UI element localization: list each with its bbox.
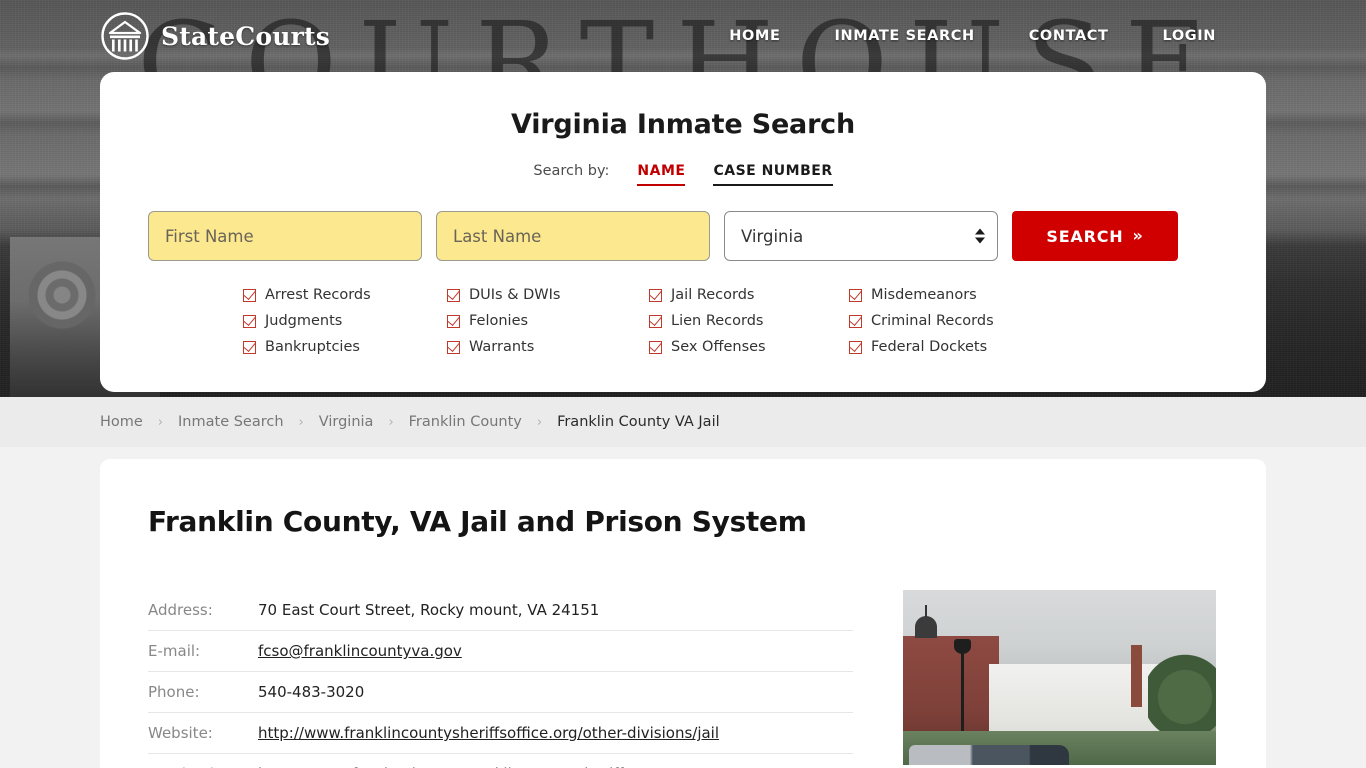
info-label: E-mail: (148, 630, 258, 672)
breadcrumb-item-virginia[interactable]: Virginia (319, 414, 374, 430)
facility-photo (903, 590, 1216, 765)
info-label: Address: (148, 590, 258, 631)
info-label: Website: (148, 712, 258, 754)
state-select-wrapper: Virginia (724, 211, 998, 261)
checkbox-label: Criminal Records (871, 313, 994, 329)
checkbox-label: Bankruptcies (265, 339, 360, 355)
checkbox-item[interactable]: Federal Dockets (849, 339, 1123, 355)
checkbox-label: Jail Records (671, 287, 755, 303)
table-row: E-mail: fcso@franklincountyva.gov (148, 630, 853, 672)
tab-name[interactable]: NAME (637, 163, 686, 186)
search-button[interactable]: SEARCH » (1012, 211, 1178, 261)
checkbox-label: Sex Offenses (671, 339, 766, 355)
checked-box-icon (243, 340, 256, 354)
checked-box-icon (447, 314, 460, 328)
checkbox-item[interactable]: Criminal Records (849, 313, 1123, 329)
breadcrumb-item-current: Franklin County VA Jail (557, 414, 720, 430)
checkbox-item[interactable]: DUIs & DWIs (447, 287, 649, 303)
info-value-facebook: https://www.facebook.com/FranklinCountyS… (258, 753, 853, 768)
checkbox-label: Warrants (469, 339, 535, 355)
checkbox-item[interactable]: Bankruptcies (243, 339, 447, 355)
top-navigation-bar: StateCourts HOME INMATE SEARCH CONTACT L… (0, 0, 1366, 72)
table-row: Facebook: https://www.facebook.com/Frank… (148, 753, 853, 768)
info-value-phone: 540-483-3020 (258, 671, 853, 713)
courthouse-logo-icon (101, 12, 149, 60)
facility-body: Address: 70 East Court Street, Rocky mou… (148, 590, 1218, 768)
cupola-shape (915, 605, 937, 638)
hero-banner: COURTHOUSE StateCourts HOME INMATE SEARC… (0, 0, 1366, 397)
breadcrumb-item-franklin-county[interactable]: Franklin County (409, 414, 522, 430)
checkbox-label: Judgments (265, 313, 343, 329)
checked-box-icon (649, 288, 662, 302)
info-label: Phone: (148, 671, 258, 713)
checked-box-icon (447, 288, 460, 302)
chimney-shape (1131, 645, 1142, 707)
checked-box-icon (849, 288, 862, 302)
checked-box-icon (649, 340, 662, 354)
checkbox-label: DUIs & DWIs (469, 287, 561, 303)
table-row: Website: http://www.franklincountysherif… (148, 712, 853, 754)
info-value-email: fcso@franklincountyva.gov (258, 630, 853, 672)
checkbox-item[interactable]: Lien Records (649, 313, 849, 329)
chevron-right-icon: › (388, 414, 394, 430)
checkbox-item[interactable]: Sex Offenses (649, 339, 849, 355)
search-form: Virginia SEARCH » (148, 211, 1218, 261)
nav-item-contact[interactable]: CONTACT (1029, 28, 1109, 44)
checkbox-item[interactable]: Jail Records (649, 287, 849, 303)
checkbox-item[interactable]: Judgments (243, 313, 447, 329)
facility-detail-card: Franklin County, VA Jail and Prison Syst… (100, 459, 1266, 768)
state-select[interactable]: Virginia (724, 211, 998, 261)
search-panel-title: Virginia Inmate Search (510, 109, 856, 140)
breadcrumb: Home › Inmate Search › Virginia › Frankl… (0, 397, 1366, 447)
nav-item-inmate-search[interactable]: INMATE SEARCH (834, 28, 974, 44)
nav-item-login[interactable]: LOGIN (1163, 28, 1216, 44)
parked-cars-shape (909, 745, 1069, 765)
info-value-website: http://www.franklincountysheriffsoffice.… (258, 712, 853, 754)
chevron-right-icon: › (536, 414, 543, 430)
brand-logo[interactable]: StateCourts (100, 11, 330, 61)
checkbox-item[interactable]: Arrest Records (243, 287, 447, 303)
primary-nav: HOME INMATE SEARCH CONTACT LOGIN (729, 28, 1216, 44)
brand-name: StateCourts (161, 21, 330, 51)
double-chevron-right-icon: » (1132, 226, 1144, 245)
info-value-address: 70 East Court Street, Rocky mount, VA 24… (258, 590, 853, 631)
search-by-label: Search by: (533, 163, 610, 179)
info-label: Facebook: (148, 753, 258, 768)
breadcrumb-item-inmate-search[interactable]: Inmate Search (178, 414, 284, 430)
checkbox-item[interactable]: Misdemeanors (849, 287, 1123, 303)
facility-info-table: Address: 70 East Court Street, Rocky mou… (148, 590, 853, 768)
breadcrumb-item-home[interactable]: Home (100, 414, 143, 430)
chevron-right-icon: › (157, 414, 164, 430)
tab-case-number[interactable]: CASE NUMBER (713, 163, 833, 186)
table-row: Phone: 540-483-3020 (148, 671, 853, 713)
checked-box-icon (849, 340, 862, 354)
table-row: Address: 70 East Court Street, Rocky mou… (148, 590, 853, 631)
checked-box-icon (649, 314, 662, 328)
checkbox-item[interactable]: Felonies (447, 313, 649, 329)
checked-box-icon (849, 314, 862, 328)
record-type-checklist: Arrest Records DUIs & DWIs Jail Records … (243, 287, 1123, 355)
email-link[interactable]: fcso@franklincountyva.gov (258, 642, 462, 660)
checkbox-label: Lien Records (671, 313, 764, 329)
checked-box-icon (243, 314, 256, 328)
checkbox-label: Felonies (469, 313, 529, 329)
search-button-label: SEARCH (1046, 226, 1124, 246)
first-name-input[interactable] (148, 211, 422, 261)
website-link[interactable]: http://www.franklincountysheriffsoffice.… (258, 724, 719, 742)
page-title: Franklin County, VA Jail and Prison Syst… (148, 505, 807, 538)
search-by-tabs: Search by: NAME CASE NUMBER (148, 163, 1218, 186)
checkbox-item[interactable]: Warrants (447, 339, 649, 355)
checked-box-icon (447, 340, 460, 354)
checked-box-icon (243, 288, 256, 302)
last-name-input[interactable] (436, 211, 710, 261)
nav-item-home[interactable]: HOME (729, 28, 780, 44)
tree-shape (1148, 652, 1216, 742)
inmate-search-panel: Virginia Inmate Search Search by: NAME C… (100, 72, 1266, 392)
chevron-right-icon: › (298, 414, 304, 430)
checkbox-label: Arrest Records (265, 287, 371, 303)
checkbox-label: Misdemeanors (871, 287, 977, 303)
checkbox-label: Federal Dockets (871, 339, 988, 355)
